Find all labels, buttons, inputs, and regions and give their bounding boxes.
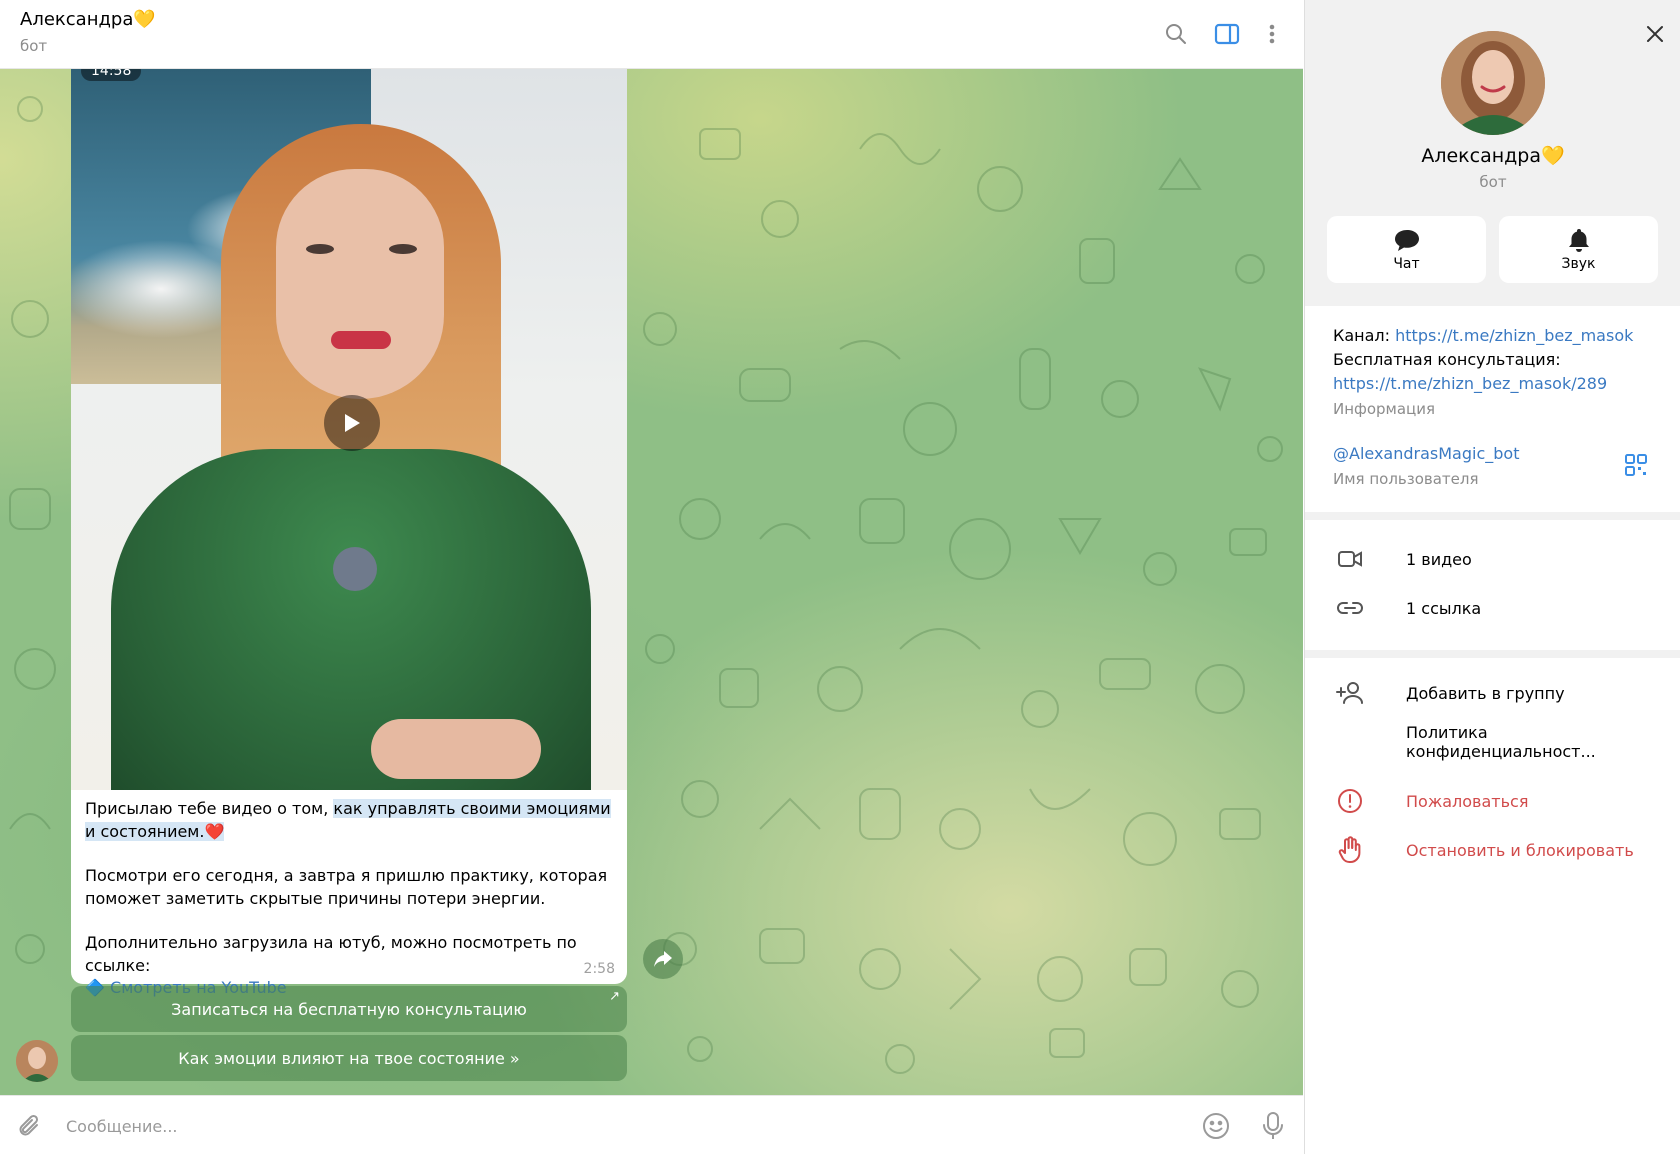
link-icon [1335,593,1365,623]
report-row[interactable]: Пожаловаться [1305,778,1680,824]
bell-icon [1568,228,1589,252]
channel-label: Канал: [1333,326,1396,345]
video-subject-eye [306,244,334,254]
consult-link[interactable]: https://t.me/zhizn_bez_masok/289 [1333,372,1663,396]
video-subject-eye [389,244,417,254]
message-time: 2:58 [583,960,615,977]
emotions-label: Как эмоции влияют на твое состояние » [178,1048,520,1068]
message-input[interactable] [66,1110,1066,1142]
shared-videos-label: 1 видео [1406,549,1472,569]
more-options-icon[interactable] [1256,18,1288,50]
profile-name: Александра💛 [1305,144,1680,167]
username-link[interactable]: @AlexandrasMagic_bot [1333,444,1519,463]
chat-action-label: Чат [1393,255,1420,272]
attach-icon[interactable] [14,1110,46,1142]
sound-action-button[interactable]: Звук [1499,216,1658,283]
shared-media-card: 1 видео 1 ссылка [1305,520,1680,650]
video-subject-hands [371,719,541,779]
share-icon[interactable] [643,939,683,979]
chat-bubble-icon [1394,229,1419,251]
external-link-icon: ↗ [609,989,620,1004]
channel-link[interactable]: https://t.me/zhizn_bez_masok [1395,326,1633,345]
chat-title[interactable]: Александра💛 [20,9,156,30]
stop-hand-icon [1335,835,1365,865]
heart-emoji-icon: 💛 [133,9,156,30]
profile-role: бот [1479,173,1507,191]
microphone-icon[interactable] [1256,1109,1290,1143]
profile-avatar[interactable] [1441,31,1545,135]
privacy-policy-label: Политика конфиденциальност... [1406,723,1596,761]
add-to-group-row[interactable]: Добавить в группу [1305,670,1680,716]
shared-links-label: 1 ссылка [1406,598,1482,618]
bio-text: Канал: https://t.me/zhizn_bez_masok Бесп… [1333,324,1663,396]
emoji-icon[interactable] [1199,1109,1233,1143]
book-consultation-button[interactable]: Записаться на бесплатную консультацию ↗ [71,986,627,1032]
caption-second-paragraph: Посмотри его сегодня, а завтра я пришлю … [85,866,608,908]
play-icon[interactable] [324,395,380,451]
caption-intro-text: Присылаю тебе видео о том, [85,799,334,818]
report-icon [1335,786,1365,816]
chat-column: Александра💛 бот 14:58 Присылаю тебе виде… [0,0,1303,1154]
video-time-badge: 14:58 [81,69,142,81]
sound-action-label: Звук [1561,255,1596,272]
close-icon[interactable] [1639,18,1671,50]
search-icon[interactable] [1160,18,1192,50]
caption-first-paragraph: Присылаю тебе видео о том, как управлять… [85,798,613,843]
add-to-group-label: Добавить в группу [1406,683,1565,703]
report-label: Пожаловаться [1406,791,1529,811]
bio-caption: Информация [1333,400,1436,418]
heart-emoji-icon: 💛 [1541,145,1565,167]
video-subject-face [276,169,444,399]
add-user-icon [1335,678,1365,708]
qr-code-icon[interactable] [1623,452,1649,478]
video-subject-mic [333,547,377,591]
stop-and-block-row[interactable]: Остановить и блокировать [1305,827,1680,873]
video-camera-icon [1335,544,1365,574]
profile-actions-card: Добавить в группу Политика конфиденциаль… [1305,658,1680,1154]
chat-header[interactable]: Александра💛 бот [0,0,1303,69]
video-message[interactable]: 14:58 [71,69,627,790]
chat-title-text: Александра [20,9,134,30]
username-caption: Имя пользователя [1333,470,1479,488]
message-caption: Присылаю тебе видео о том, как управлять… [71,790,627,997]
chat-action-button[interactable]: Чат [1327,216,1486,283]
shared-links-row[interactable]: 1 ссылка [1305,585,1680,631]
book-consultation-label: Записаться на бесплатную консультацию [171,999,527,1019]
stop-and-block-label: Остановить и блокировать [1406,840,1634,860]
privacy-policy-row[interactable]: Политика конфиденциальност... [1305,719,1680,765]
video-subject-lips [331,331,391,349]
message-composer [0,1095,1303,1154]
bio-card: Канал: https://t.me/zhizn_bez_masok Бесп… [1305,306,1680,512]
consult-label: Бесплатная консультация: [1333,350,1561,369]
chat-status: бот [20,37,48,55]
caption-third-paragraph: Дополнительно загрузила на ютуб, можно п… [85,933,577,975]
profile-panel: Александра💛 бот Чат Звук Канал: https://… [1304,0,1680,1154]
emotions-button[interactable]: Как эмоции влияют на твое состояние » [71,1035,627,1081]
shared-videos-row[interactable]: 1 видео [1305,536,1680,582]
toggle-sidebar-icon[interactable] [1211,18,1243,50]
sender-avatar[interactable] [16,1040,58,1082]
profile-name-text: Александра [1421,145,1541,167]
heart-red-icon: ❤️ [204,821,225,841]
